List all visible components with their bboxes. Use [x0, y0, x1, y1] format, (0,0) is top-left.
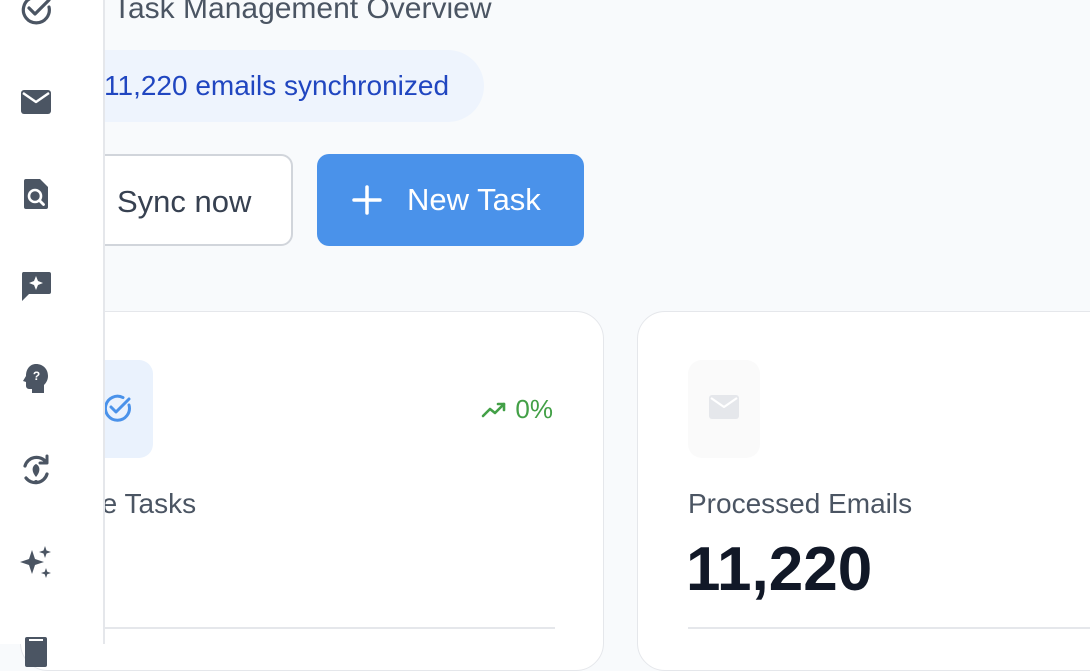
plus-icon [352, 185, 382, 215]
check-circle-icon [21, 0, 51, 25]
sync-status-badge: 11,220 emails synchronized [60, 50, 484, 122]
sidebar-item-email[interactable] [18, 84, 54, 120]
sidebar-item-tasks[interactable] [18, 0, 54, 28]
sync-now-label: Sync now [117, 184, 252, 219]
mail-icon [21, 90, 51, 114]
mail-icon [709, 395, 739, 419]
page-title: Task Management Overview [113, 0, 492, 25]
document-search-icon [24, 179, 48, 209]
sidebar: ? [0, 0, 105, 667]
active-tasks-trend: 0% [481, 394, 553, 425]
sidebar-item-search-documents[interactable] [18, 176, 54, 212]
document-icon [25, 637, 47, 667]
sync-status-text: 11,220 emails synchronized [104, 70, 450, 101]
main-content: Task Management Overview 11,220 emails s… [0, 0, 1090, 671]
active-tasks-card: 0% Active Tasks 6 [20, 311, 604, 671]
card-divider [41, 627, 555, 629]
processed-emails-icon-box [688, 360, 760, 458]
stat-label: Processed Emails [688, 488, 913, 519]
sparkles-icon [20, 546, 51, 578]
sidebar-item-sync[interactable] [18, 452, 54, 488]
trending-up-icon [482, 402, 506, 417]
new-task-button[interactable]: New Task [317, 154, 584, 246]
svg-text:?: ? [33, 369, 40, 383]
head-question-icon: ? [23, 364, 48, 393]
sidebar-item-help[interactable]: ? [18, 360, 54, 396]
trend-value: 0% [515, 394, 553, 424]
rotate-sync-icon [23, 454, 49, 485]
sidebar-item-ai-chat[interactable] [18, 268, 54, 304]
new-task-label: New Task [407, 182, 541, 217]
stat-value: 11,220 [686, 535, 873, 604]
sidebar-item-documents[interactable] [18, 634, 54, 670]
processed-emails-card: Processed Emails 11,220 [637, 311, 1090, 671]
card-divider [688, 627, 1090, 629]
sidebar-item-ai[interactable] [18, 544, 54, 580]
check-circle-icon [103, 394, 131, 422]
sparkle-chat-icon [21, 272, 51, 301]
